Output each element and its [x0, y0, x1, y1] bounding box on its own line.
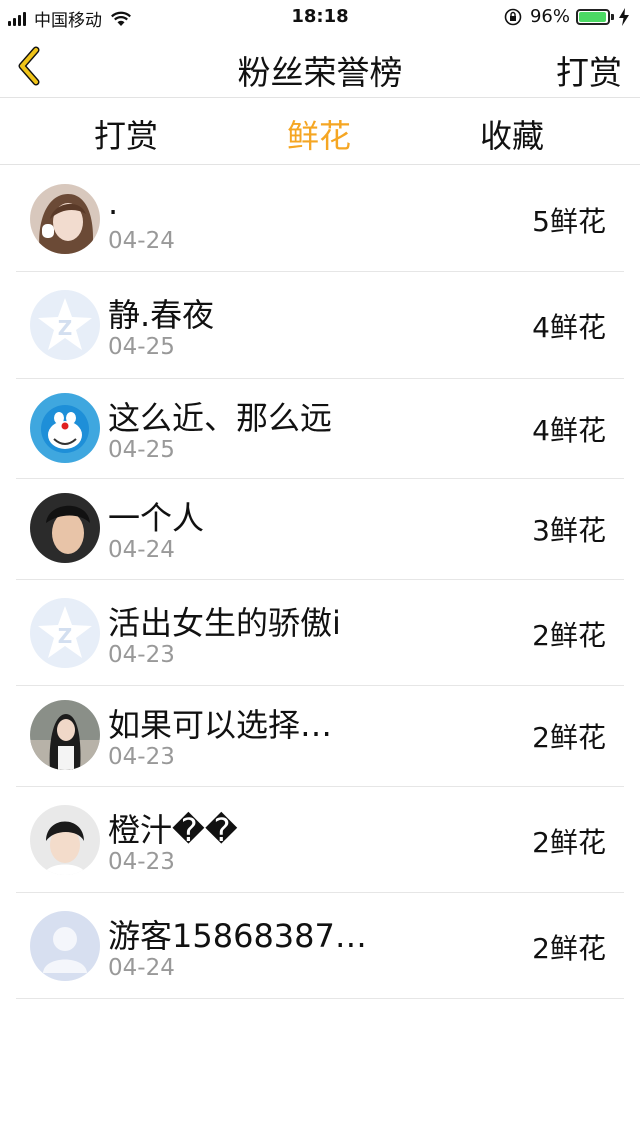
battery-percent: 96%: [529, 6, 570, 27]
avatar: [30, 805, 100, 875]
avatar: [30, 700, 100, 770]
list-item[interactable]: Z 静.春夜 04-25 4鲜花: [16, 272, 624, 379]
list-item[interactable]: 橙汁�� 04-23 2鲜花: [16, 787, 624, 893]
fan-date: 04-24: [108, 955, 175, 981]
status-bar: 中国移动 18:18 96%: [0, 0, 640, 34]
reward-button[interactable]: 打赏: [556, 46, 622, 94]
fan-name: 游客15868387…: [108, 917, 367, 955]
svg-text:Z: Z: [58, 316, 73, 340]
avatar: [30, 184, 100, 254]
tab-bar: 打赏 鲜花 收藏: [0, 99, 640, 165]
list-item[interactable]: 游客15868387… 04-24 2鲜花: [16, 893, 624, 999]
flower-count: 4鲜花: [532, 311, 606, 344]
fan-list: . 04-24 5鲜花 Z 静.春夜 04-25 4鲜花 这么近、那么远 04-…: [0, 166, 640, 999]
flower-count: 4鲜花: [532, 414, 606, 447]
fan-name: 静.春夜: [108, 296, 215, 334]
avatar: Z: [30, 290, 100, 360]
fan-date: 04-23: [108, 642, 175, 668]
avatar: [30, 393, 100, 463]
fan-date: 04-23: [108, 744, 175, 770]
fan-date: 04-24: [108, 537, 175, 563]
avatar: [30, 911, 100, 981]
flower-count: 2鲜花: [532, 721, 606, 754]
nav-bar: 粉丝荣誉榜 打赏: [0, 34, 640, 98]
tab-favorites[interactable]: 收藏: [452, 111, 572, 157]
fan-name: 如果可以选择…: [108, 706, 333, 744]
list-item[interactable]: Z 活出女生的骄傲i 04-23 2鲜花: [16, 580, 624, 686]
fan-name: 活出女生的骄傲i: [108, 604, 341, 642]
flower-count: 2鲜花: [532, 619, 606, 652]
list-item[interactable]: 一个人 04-24 3鲜花: [16, 479, 624, 580]
tab-reward[interactable]: 打赏: [66, 111, 186, 157]
flower-count: 2鲜花: [532, 826, 606, 859]
list-item[interactable]: . 04-24 5鲜花: [16, 166, 624, 272]
fan-name: 橙汁��: [108, 811, 238, 849]
page-title: 粉丝荣誉榜: [237, 53, 403, 92]
svg-text:Z: Z: [58, 624, 73, 648]
avatar: Z: [30, 598, 100, 668]
fan-name: 一个人: [108, 499, 205, 537]
avatar: [30, 493, 100, 563]
rotation-lock-icon: [504, 8, 522, 25]
list-item[interactable]: 这么近、那么远 04-25 4鲜花: [16, 379, 624, 479]
list-item[interactable]: 如果可以选择… 04-23 2鲜花: [16, 686, 624, 787]
fan-date: 04-24: [108, 228, 175, 254]
battery-icon: [576, 8, 610, 25]
fan-name: .: [108, 184, 119, 222]
flower-count: 5鲜花: [532, 205, 606, 238]
fan-date: 04-23: [108, 849, 175, 875]
flower-count: 2鲜花: [532, 932, 606, 965]
fan-date: 04-25: [108, 437, 175, 463]
fan-name: 这么近、那么远: [108, 399, 333, 437]
fan-date: 04-25: [108, 334, 175, 360]
flower-count: 3鲜花: [532, 514, 606, 547]
tab-flowers[interactable]: 鲜花: [259, 111, 379, 157]
charging-icon: [619, 7, 629, 26]
